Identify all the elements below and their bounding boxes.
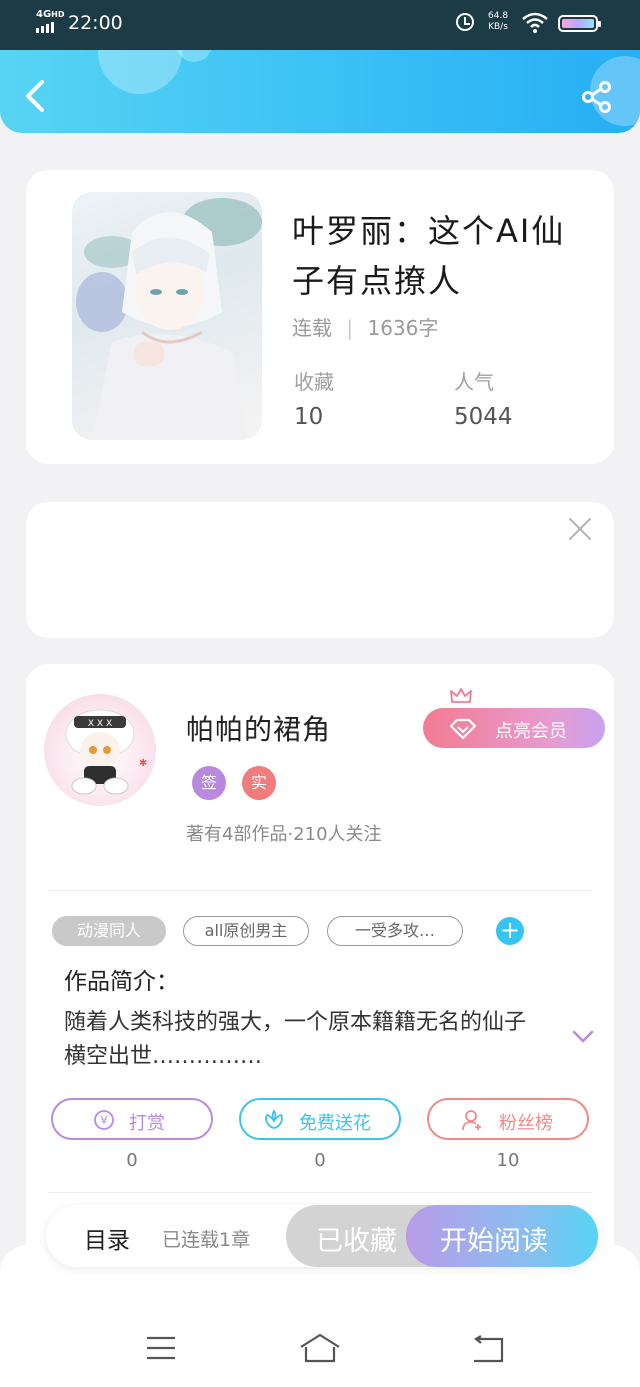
book-info-card: 叶罗丽：这个AI仙子有点撩人 连载 | 1636字 收藏 人气 10 5044 <box>26 170 614 464</box>
author-meta: 著有4部作品·210人关注 <box>186 824 382 845</box>
status-bar: 4GHD 22:00 64.8 KB/s <box>0 0 640 50</box>
divider <box>48 890 592 891</box>
favorites-label: 收藏 <box>294 370 334 394</box>
fan-count: 10 <box>496 1150 520 1171</box>
author-name[interactable]: 帕帕的裙角 <box>186 708 331 748</box>
intro-text: 随着人类科技的强大，一个原本籍籍无名的仙子横空出世…………… <box>64 1010 527 1069</box>
popularity-label: 人气 <box>454 370 494 394</box>
speed-value: 64.8 <box>488 11 509 21</box>
author-card: X X X ✱ 帕帕的裙角 签 实 著有4部作品·210人关注 点亮会员 动漫同… <box>26 664 614 1264</box>
home-icon[interactable] <box>298 1333 342 1363</box>
wifi-icon <box>522 12 548 33</box>
author-avatar[interactable]: X X X ✱ <box>44 694 156 806</box>
fan-ranking-label: 粉丝榜 <box>499 1113 553 1134</box>
send-flower-label: 免费送花 <box>299 1113 371 1134</box>
share-button[interactable] <box>580 80 614 114</box>
tag-anime-fanfic[interactable]: 动漫同人 <box>52 916 166 946</box>
svg-text:✱: ✱ <box>139 758 147 769</box>
chapter-count: 已连载1章 <box>162 1229 251 1251</box>
back-button[interactable] <box>20 76 52 116</box>
tag-one-shou-multi-gong[interactable]: 一受多攻… <box>327 916 463 946</box>
verified-badge: 实 <box>242 766 276 800</box>
flower-count: 0 <box>314 1150 326 1171</box>
back-icon[interactable] <box>472 1335 504 1363</box>
fan-ranking-button[interactable]: 粉丝榜 <box>427 1098 589 1140</box>
tag-original-male-lead[interactable]: all原创男主 <box>183 916 309 946</box>
ad-card <box>26 502 614 638</box>
decor-bubble <box>98 50 182 94</box>
speed-unit: KB/s <box>488 22 508 32</box>
flower-icon <box>265 1109 283 1129</box>
book-status-line: 连载 | 1636字 <box>292 316 439 340</box>
favorites-value: 10 <box>294 404 324 430</box>
crown-icon <box>450 688 472 703</box>
network-hd: HD <box>51 10 65 19</box>
battery-icon <box>558 15 601 32</box>
fan-user-icon <box>462 1110 481 1131</box>
yen-icon: ¥ <box>94 1110 114 1130</box>
vip-button-label: 点亮会员 <box>495 721 567 742</box>
add-tag-button[interactable]: + <box>496 917 524 945</box>
top-header <box>0 50 640 133</box>
network-type: 4G <box>36 9 52 20</box>
book-title: 叶罗丽：这个AI仙子有点撩人 <box>292 212 566 300</box>
signal-icon <box>36 22 54 33</box>
favorited-label: 已收藏 <box>316 1226 397 1257</box>
decor-bubble <box>176 50 212 62</box>
reward-label: 打赏 <box>129 1113 165 1134</box>
avatar-illustration: X X X ✱ <box>65 709 147 795</box>
book-cover[interactable] <box>72 192 262 440</box>
start-reading-label: 开始阅读 <box>440 1226 548 1257</box>
svg-text:¥: ¥ <box>101 1114 108 1127</box>
reading-bar: 目录 已连载1章 已收藏 开始阅读 <box>46 1205 598 1267</box>
svg-text:X X X: X X X <box>88 719 112 729</box>
reward-button[interactable]: ¥ 打赏 <box>51 1098 213 1140</box>
network-speed: 64.8 KB/s <box>488 11 508 33</box>
chevron-down-icon[interactable] <box>572 1030 594 1044</box>
menu-icon[interactable] <box>146 1335 176 1361</box>
alarm-icon <box>456 13 474 31</box>
close-icon[interactable] <box>567 516 593 542</box>
start-reading-button[interactable]: 开始阅读 <box>406 1205 598 1267</box>
catalog-button[interactable]: 目录 <box>84 1221 130 1255</box>
divider <box>48 1192 592 1193</box>
signed-badge: 签 <box>192 766 226 800</box>
reward-count: 0 <box>126 1150 138 1171</box>
serial-status: 连载 <box>292 316 332 340</box>
diamond-icon <box>449 718 477 740</box>
popularity-value: 5044 <box>454 404 513 430</box>
word-count: 1636字 <box>367 316 439 340</box>
vip-button[interactable]: 点亮会员 <box>423 688 605 748</box>
clock: 22:00 <box>68 12 123 34</box>
network-indicator: 4GHD <box>36 10 65 20</box>
send-flower-button[interactable]: 免费送花 <box>239 1098 401 1140</box>
cover-illustration <box>76 198 262 440</box>
intro-label: 作品简介： <box>64 969 179 995</box>
